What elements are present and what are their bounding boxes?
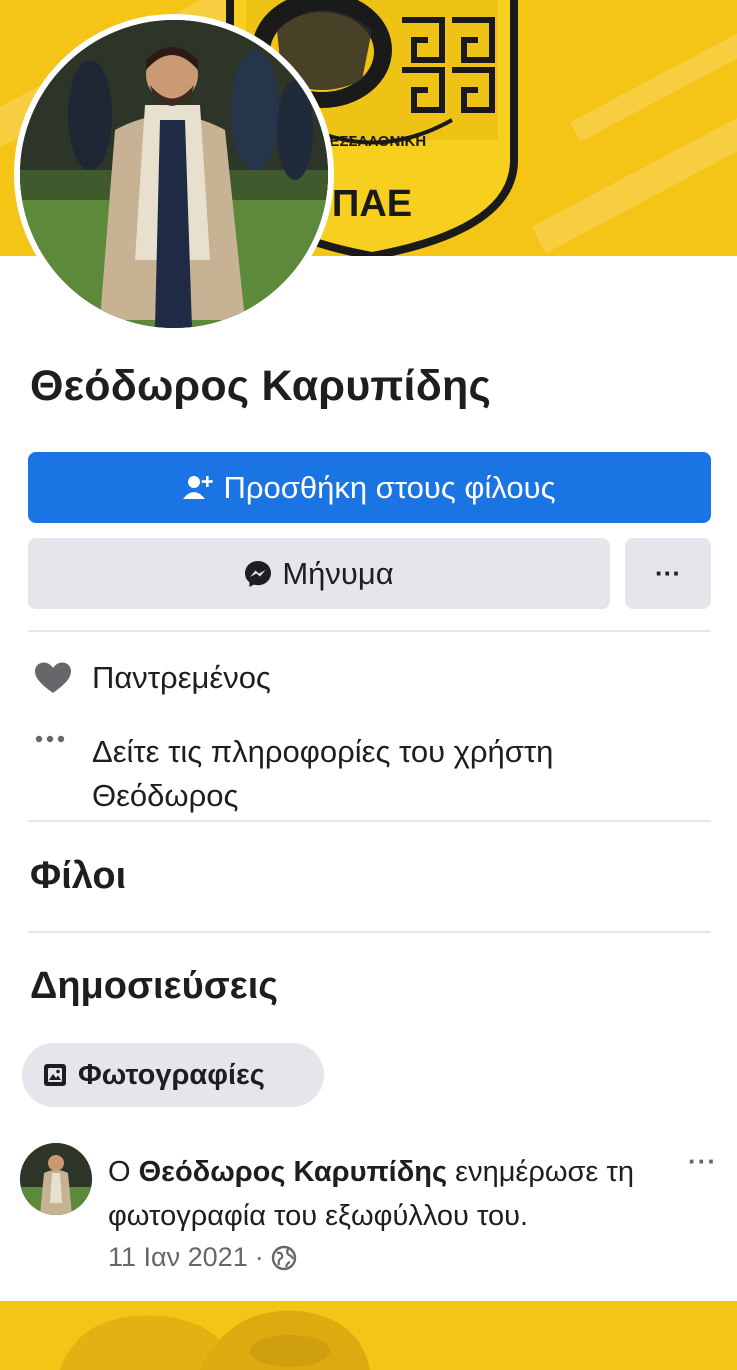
posts-title: Δημοσιεύσεις — [30, 965, 279, 1007]
post-prefix: Ο — [108, 1156, 139, 1188]
divider — [28, 820, 711, 822]
heart-icon — [34, 656, 92, 694]
friends-title[interactable]: Φίλοι — [30, 855, 126, 898]
photo-album-icon — [42, 1062, 68, 1088]
crest-arc-text: ΘΕΣΣΑΛΟΝΙΚΗ — [318, 133, 426, 150]
meta-separator: · — [254, 1242, 264, 1272]
post-author-link[interactable]: Θεόδωρος Καρυπίδης — [139, 1156, 447, 1188]
crest-label: ΠΑΕ — [332, 183, 412, 225]
info-see-more[interactable]: Δείτε τις πληροφορίες του χρήστη Θεόδωρο… — [34, 730, 702, 818]
post-text: Ο Θεόδωρος Καρυπίδης ενημέρωσε τη φωτογρ… — [108, 1150, 678, 1238]
messenger-icon — [244, 560, 272, 588]
divider — [28, 931, 711, 933]
ellipsis-icon — [34, 730, 92, 746]
info-relationship: Παντρεμένος — [34, 656, 702, 700]
add-friend-label: Προσθήκη στους φίλους — [223, 469, 556, 505]
post-image[interactable] — [0, 1301, 737, 1370]
divider — [28, 630, 711, 632]
profile-photo-image — [20, 20, 328, 328]
message-label: Μήνυμα — [282, 555, 394, 591]
photos-chip-label: Φωτογραφίες — [78, 1058, 265, 1091]
ellipsis-icon: ··· — [655, 558, 681, 588]
see-info-link[interactable]: Δείτε τις πληροφορίες του χρήστη Θεόδωρο… — [92, 730, 702, 818]
post-meta: 11 Ιαν 2021 · — [108, 1242, 297, 1273]
add-friend-button[interactable]: Προσθήκη στους φίλους — [28, 452, 711, 523]
profile-picture[interactable] — [14, 14, 334, 334]
post-author-avatar[interactable] — [20, 1143, 92, 1215]
relationship-status: Παντρεμένος — [92, 660, 271, 695]
globe-icon — [271, 1245, 297, 1271]
message-button[interactable]: Μήνυμα — [28, 538, 610, 609]
person-add-icon — [183, 475, 214, 501]
photos-chip[interactable]: Φωτογραφίες — [22, 1043, 324, 1107]
profile-name: Θεόδωρος Καρυπίδης — [30, 362, 491, 410]
post-date[interactable]: 11 Ιαν 2021 — [108, 1242, 248, 1273]
more-options-button[interactable]: ··· — [625, 538, 711, 609]
post-options-button[interactable]: ··· — [688, 1146, 717, 1177]
